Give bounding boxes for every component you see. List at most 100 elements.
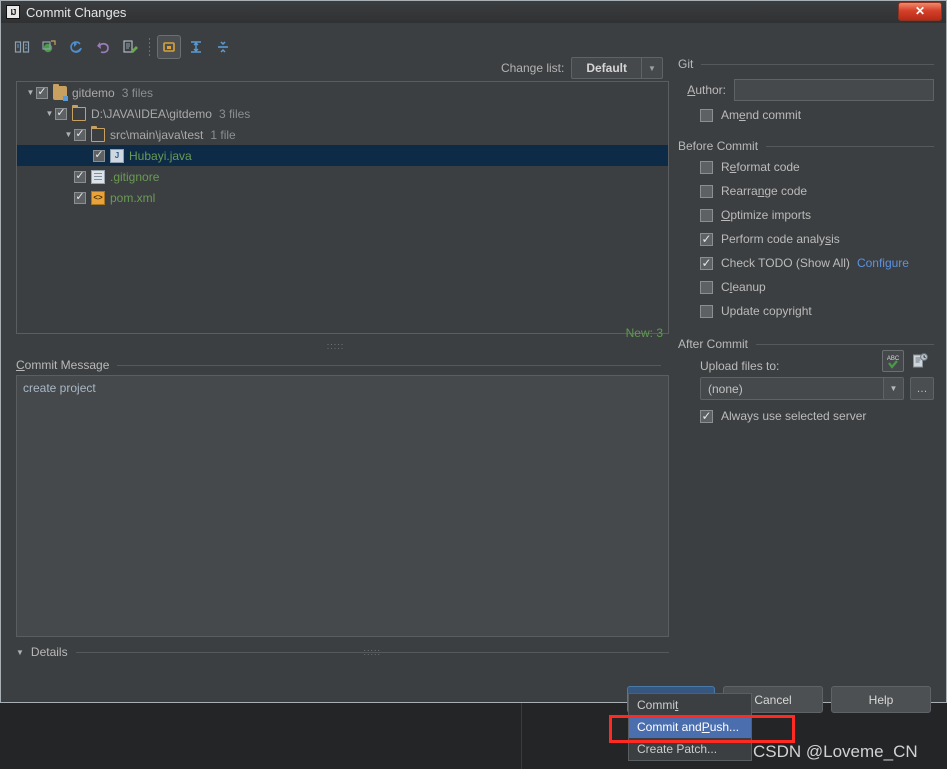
configure-link[interactable]: Configure [857,256,909,270]
tree-toolbar [10,33,235,61]
optimize-imports-label: Optimize imports [721,208,812,222]
upload-server-combo[interactable]: (none) ▼ [700,377,904,400]
expand-all-icon[interactable] [184,35,208,59]
browse-servers-button[interactable]: … [910,377,934,400]
upload-files-label: Upload files to: [700,359,780,373]
tree-row-checkbox[interactable]: ✓ [74,191,86,204]
tree-row-count: 1 file [210,127,236,142]
details-section[interactable]: ▼ Details ::::: [16,643,669,661]
section-divider [756,343,934,345]
amend-commit-checkbox[interactable]: ✓ [700,108,713,122]
text-file-icon [91,169,105,184]
collapse-all-icon[interactable] [211,35,235,59]
section-divider [117,364,661,366]
tree-row-checkbox[interactable]: ✓ [93,149,105,162]
tree-row[interactable]: ✓ <> pom.xml [17,187,668,208]
menu-item-commit[interactable]: Commi t [629,694,751,716]
update-copyright-label: Update copyright [721,304,812,318]
tree-row-checkbox[interactable]: ✓ [74,128,86,141]
title-bar: IJ Commit Changes ✕ [1,1,946,23]
refresh-icon[interactable] [64,35,88,59]
window-title: Commit Changes [26,4,127,20]
cleanup-checkbox[interactable]: ✓ [700,280,713,294]
option-row-update-copyright[interactable]: ✓ Update copyright [700,299,934,323]
tree-row-checkbox[interactable]: ✓ [74,170,86,183]
option-row-check-todo[interactable]: ✓ Check TODO (Show All) Configure [700,251,934,275]
amend-commit-row[interactable]: ✓ Amend commit [700,103,934,127]
show-diff-icon[interactable] [10,35,34,59]
tree-twisty-icon[interactable]: ▼ [63,130,74,139]
option-row-reformat-code[interactable]: ✓ Reformat code [700,155,934,179]
author-label: Author: [678,83,726,97]
commit-changes-dialog: IJ Commit Changes ✕ Change list: Default… [0,0,947,713]
always-use-server-label: Always use selected server [721,409,867,423]
before-commit-title: Before Commit [678,139,759,153]
tree-row-label: gitdemo [72,85,115,100]
details-splitter-handle[interactable]: ::::: [364,647,382,657]
commit-message-input[interactable]: create project [16,375,669,637]
author-input[interactable] [734,79,934,101]
java-file-icon: J [110,148,124,163]
author-row: Author: [678,77,934,103]
annotation-highlight-box [609,715,795,743]
tree-row-label: Hubayi.java [129,148,192,163]
amend-mnemonic: e [739,108,746,122]
commit-message-label-rest: ommit Message [24,358,110,372]
perform-code-analysis-label: Perform code analysis [721,232,840,246]
option-row-optimize-imports[interactable]: ✓ Optimize imports [700,203,934,227]
folder-icon [72,104,86,121]
option-row-cleanup[interactable]: ✓ Cleanup [700,275,934,299]
edit-source-icon[interactable] [118,35,142,59]
tree-row-checkbox[interactable]: ✓ [36,86,48,99]
chevron-down-icon[interactable]: ▼ [883,378,903,399]
author-label-rest: uthor: [695,83,726,97]
check-todo-checkbox[interactable]: ✓ [700,256,713,270]
help-button[interactable]: Help [831,686,931,713]
tree-row-checkbox[interactable]: ✓ [55,107,67,120]
changed-files-tree[interactable]: ▼ ✓ gitdemo 3 files ▼ ✓ D:\JAVA\IDEA\gitdemo 3 … [16,81,669,334]
tree-splitter-handle[interactable]: ::::: [2,341,669,351]
change-list-value: Default [586,61,627,75]
group-by-directory-icon[interactable] [157,35,181,59]
amend-rest: nd commit [745,108,802,122]
git-section: Git Author: ✓ Amend commit [678,55,934,127]
tree-twisty-icon[interactable]: ▼ [44,109,55,118]
before-commit-options: ✓ Reformat code ✓ Rearrange code ✓ Optimize i… [678,155,934,323]
change-list-combo[interactable]: Default ▼ [571,57,663,79]
commit-message-mnemonic: C [16,358,25,372]
optimize-imports-checkbox[interactable]: ✓ [700,208,713,222]
revert-icon[interactable] [91,35,115,59]
show-diff-new-window-icon[interactable] [37,35,61,59]
tree-row[interactable]: ▼ ✓ src\main\java\test 1 file [17,124,668,145]
chevron-down-icon[interactable]: ▼ [16,648,24,657]
amend-prefix: Am [721,108,739,122]
reformat-code-checkbox[interactable]: ✓ [700,160,713,174]
toolbar-separator [149,38,150,56]
details-label: Details [30,645,68,659]
update-copyright-checkbox[interactable]: ✓ [700,304,713,318]
always-use-server-checkbox[interactable]: ✓ [700,409,713,423]
git-section-header: Git [678,55,934,73]
close-window-button[interactable]: ✕ [898,2,942,21]
chevron-down-icon[interactable]: ▼ [641,58,662,78]
check-todo-label: Check TODO (Show All) [721,256,850,270]
tree-row[interactable]: ▼ ✓ gitdemo 3 files [17,82,668,103]
tree-row[interactable]: ✓ J Hubayi.java [17,145,668,166]
tree-row-count: 3 files [121,85,154,100]
tree-row[interactable]: ✓ .gitignore [17,166,668,187]
tree-row-label: src\main\java\test [110,127,204,142]
always-use-server-row[interactable]: ✓ Always use selected server [700,404,934,428]
perform-code-analysis-checkbox[interactable]: ✓ [700,232,713,246]
tree-row[interactable]: ▼ ✓ D:\JAVA\IDEA\gitdemo 3 files [17,103,668,124]
rearrange-code-checkbox[interactable]: ✓ [700,184,713,198]
dialog-body: Change list: Default ▼ ▼ ✓ gitdemo 3 files ▼… [2,23,945,713]
tree-twisty-icon[interactable]: ▼ [25,88,36,97]
watermark: CSDN @Loveme_CN [753,742,918,761]
option-row-perform-code-analysis[interactable]: ✓ Perform code analysis [700,227,934,251]
option-row-rearrange-code[interactable]: ✓ Rearrange code [700,179,934,203]
xml-file-icon: <> [91,190,105,205]
before-commit-section: Before Commit ✓ Reformat code ✓ Rearrange c… [678,137,934,323]
after-commit-title: After Commit [678,337,749,351]
before-commit-header: Before Commit [678,137,934,155]
options-panel: Git Author: ✓ Amend commit Before Commit [678,55,934,432]
